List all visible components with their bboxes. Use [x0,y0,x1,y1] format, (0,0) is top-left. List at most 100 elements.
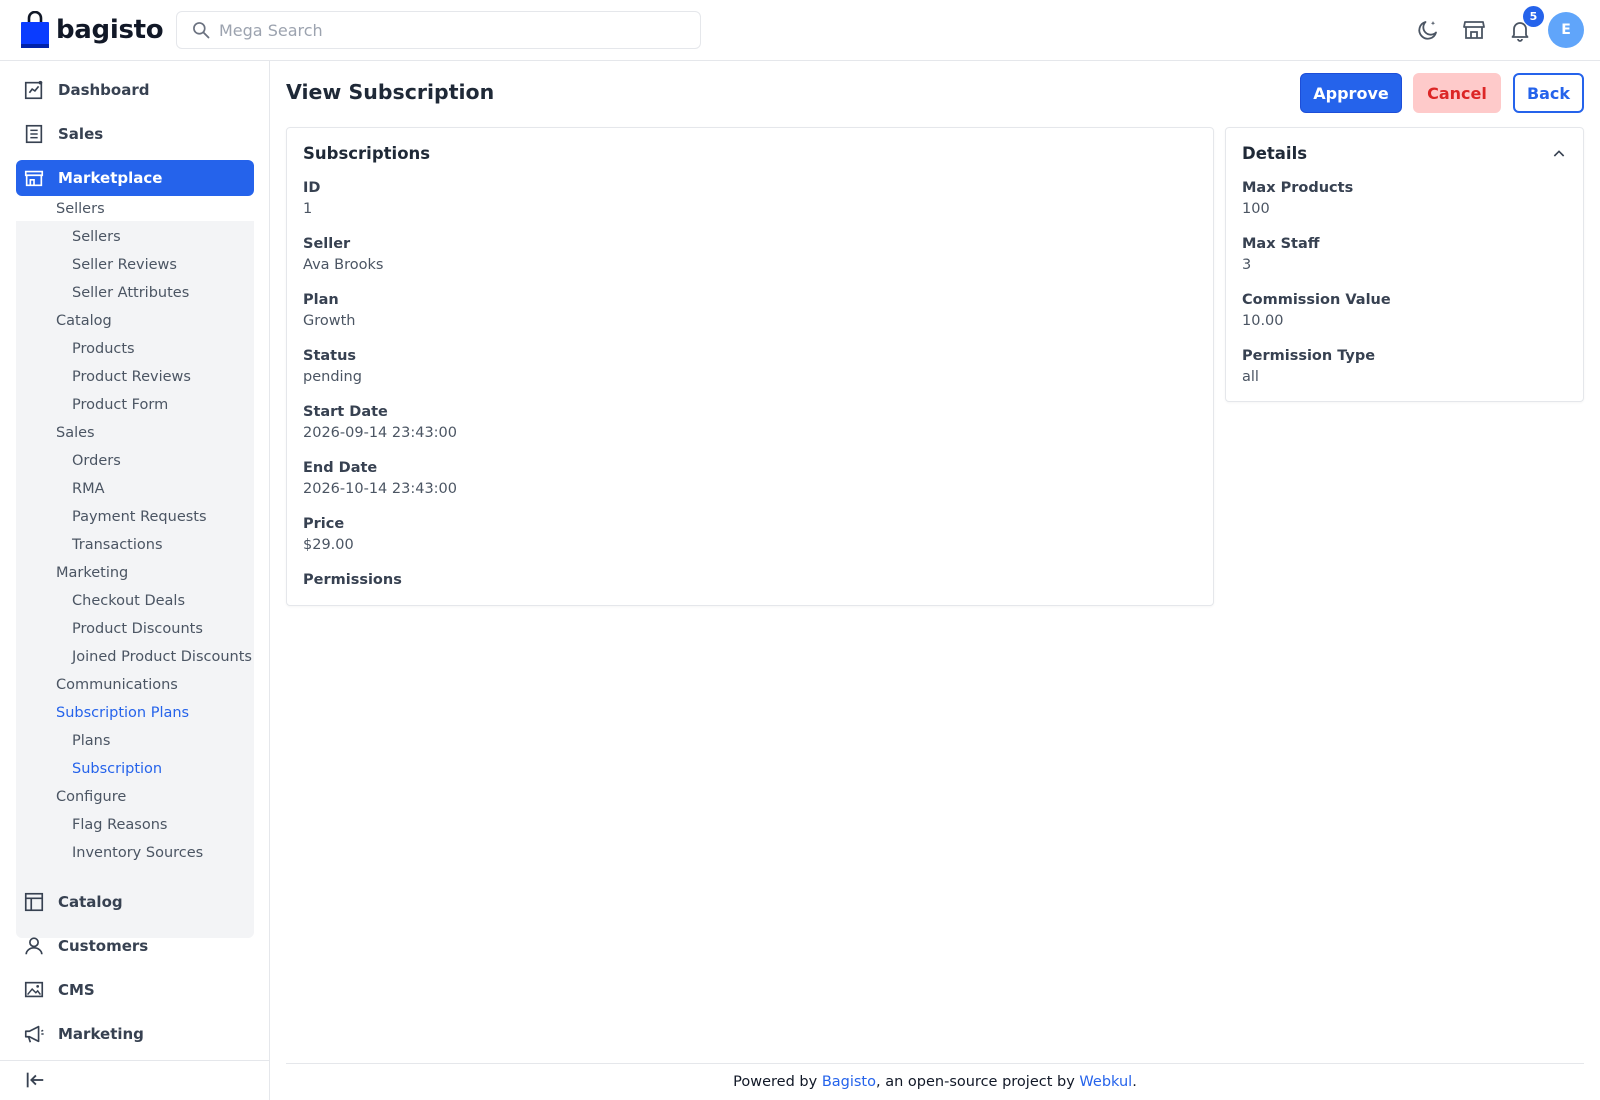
sidebar-item-sales[interactable]: Sales [16,116,254,152]
catalog-icon [22,890,46,914]
search-input[interactable] [219,20,659,40]
sidebar-label: Marketing [58,1025,144,1043]
submenu-communications[interactable]: Communications [56,677,178,693]
image-icon [22,978,46,1002]
bagisto-link[interactable]: Bagisto [822,1074,876,1090]
megaphone-icon [22,1022,46,1046]
submenu-sellers[interactable]: Sellers [56,201,105,217]
field-label: Permissions [303,572,402,588]
field-value: pending [303,369,362,385]
field-value: Ava Brooks [303,257,384,273]
submenu-inventory-sources[interactable]: Inventory Sources [72,845,203,861]
submenu-joined-product-discounts[interactable]: Joined Product Discounts [72,649,252,665]
field-max-products: Max Products 100 [1242,180,1353,217]
field-permissions: Permissions [303,572,402,593]
search-icon [193,22,210,39]
field-status: Status pending [303,348,362,385]
field-value: 2026-09-14 23:43:00 [303,425,457,441]
submenu-marketing[interactable]: Marketing [56,565,128,581]
footer: Powered by Bagisto, an open-source proje… [286,1063,1584,1100]
footer-text: Powered by [733,1074,822,1090]
store-icon [22,166,46,190]
field-price: Price $29.00 [303,516,354,553]
field-value: 100 [1242,201,1270,217]
sidebar-item-catalog[interactable]: Catalog [16,884,254,920]
submenu-sellers-list[interactable]: Sellers [72,229,121,245]
field-label: Max Products [1242,180,1354,196]
field-value: all [1242,369,1259,385]
field-seller: Seller Ava Brooks [303,236,383,273]
details-title: Details [1242,144,1308,163]
field-label: Start Date [303,404,388,420]
submenu-checkout-deals[interactable]: Checkout Deals [72,593,185,609]
webkul-link[interactable]: Webkul [1079,1074,1132,1090]
storefront-button[interactable] [1460,16,1488,44]
submenu-payment-requests[interactable]: Payment Requests [72,509,207,525]
field-value: 10.00 [1242,313,1284,329]
shopping-bag-icon [21,11,49,48]
sidebar-item-cms[interactable]: CMS [16,972,254,1008]
submenu-product-reviews[interactable]: Product Reviews [72,369,191,385]
mega-search[interactable] [176,11,701,49]
sidebar-label: Catalog [58,893,123,911]
chevron-up-icon[interactable] [1551,146,1567,166]
field-start-date: Start Date 2026-09-14 23:43:00 [303,404,457,441]
submenu-transactions[interactable]: Transactions [72,537,163,553]
submenu-subscription-plans[interactable]: Subscription Plans [56,705,189,721]
field-label: Seller [303,236,351,252]
field-value: 3 [1242,257,1252,273]
collapse-left-icon [24,1069,46,1095]
store-icon [1463,21,1485,39]
submenu-products[interactable]: Products [72,341,135,357]
subscriptions-title: Subscriptions [303,144,431,163]
approve-button[interactable]: Approve [1300,73,1402,113]
logo-text: bagisto [56,15,164,45]
submenu-product-form[interactable]: Product Form [72,397,168,413]
submenu-subscription[interactable]: Subscription [72,761,162,777]
sidebar-label: Marketplace [58,169,163,187]
sidebar-label: CMS [58,981,95,999]
submenu-flag-reasons[interactable]: Flag Reasons [72,817,167,833]
submenu-plans[interactable]: Plans [72,733,110,749]
sidebar-item-marketing[interactable]: Marketing [16,1016,254,1052]
sidebar-item-customers[interactable]: Customers [16,928,254,964]
field-value: $29.00 [303,537,354,553]
submenu-product-discounts[interactable]: Product Discounts [72,621,203,637]
submenu-configure[interactable]: Configure [56,789,126,805]
field-permission-type: Permission Type all [1242,348,1375,385]
footer-text: , an open-source project by [876,1074,1080,1090]
submenu-rma[interactable]: RMA [72,481,105,497]
submenu-sales[interactable]: Sales [56,425,95,441]
notifications-button[interactable]: 5 [1506,6,1544,44]
field-label: Max Staff [1242,236,1320,252]
submenu-catalog[interactable]: Catalog [56,313,112,329]
sidebar-item-marketplace[interactable]: Marketplace [16,160,254,196]
sidebar-item-dashboard[interactable]: Dashboard [16,72,254,108]
details-card: Details Max Products 100 Max Staff 3 Com… [1225,127,1584,402]
cancel-button[interactable]: Cancel [1413,73,1501,113]
submenu-seller-attributes[interactable]: Seller Attributes [72,285,189,301]
bagisto-logo[interactable]: bagisto [20,11,164,49]
field-label: Commission Value [1242,292,1391,308]
field-label: ID [303,180,321,196]
field-label: Status [303,348,357,364]
field-id: ID 1 [303,180,320,217]
page-title: View Subscription [286,80,495,104]
top-header: bagisto 5 E [0,0,1600,61]
submenu-orders[interactable]: Orders [72,453,121,469]
collapse-sidebar[interactable] [0,1060,270,1100]
back-button[interactable]: Back [1513,73,1584,113]
field-commission-value: Commission Value 10.00 [1242,292,1391,329]
dashboard-icon [22,78,46,102]
sidebar-label: Sales [58,125,104,143]
field-label: Permission Type [1242,348,1376,364]
field-label: Plan [303,292,339,308]
sidebar-label: Dashboard [58,81,150,99]
dark-mode-toggle[interactable] [1414,16,1442,44]
field-label: End Date [303,460,378,476]
sidebar: Dashboard Sales Marketplace Sellers Sell… [0,61,270,1100]
submenu-seller-reviews[interactable]: Seller Reviews [72,257,177,273]
footer-text: . [1132,1074,1137,1090]
user-avatar[interactable]: E [1548,12,1584,48]
notification-badge: 5 [1523,6,1544,27]
